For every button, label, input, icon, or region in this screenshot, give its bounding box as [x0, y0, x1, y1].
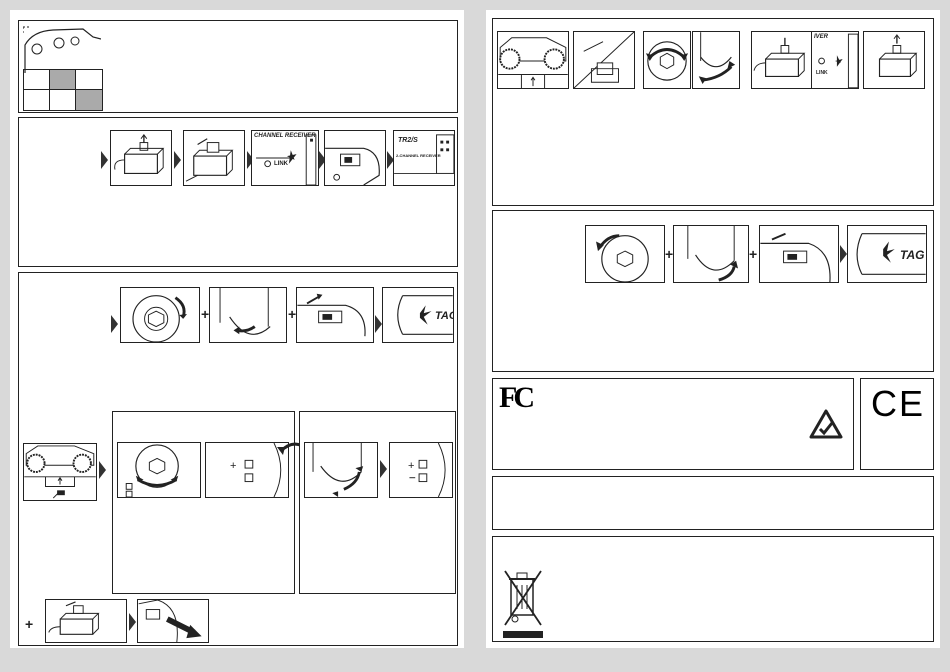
plus-icon: + — [408, 460, 415, 472]
plus-icon: + — [201, 306, 210, 322]
receiver-model-label: 2-CHANNEL RECEIVER — [396, 153, 441, 158]
trigger-panel — [692, 31, 740, 89]
plus-icon: + — [665, 246, 674, 262]
truck-panel — [497, 31, 569, 89]
tag-label: TAG — [435, 310, 453, 322]
weee-crossed-bin-icon — [503, 570, 543, 638]
transmitter-top-illustration — [23, 25, 101, 73]
steering-wheel-both-panel — [117, 442, 201, 498]
section-8-weee — [492, 536, 934, 642]
receiver-bind-plug-panel — [110, 130, 172, 186]
tag-led-panel: TAG — [847, 225, 927, 283]
section-7-compliance — [492, 476, 934, 530]
arrow-right-icon — [129, 613, 136, 631]
section-6-fcc: FC — [492, 378, 854, 470]
receiver-plug-panel — [573, 31, 635, 89]
section-2-binding: CHANNEL RECEIVER LINK TR2/S 2-CHANNEL RE… — [18, 117, 458, 267]
steering-wheel-panel — [120, 287, 200, 343]
brand-model-label: TR2/S — [398, 137, 418, 144]
receiver-power-panel — [183, 130, 245, 186]
arrow-right-icon — [840, 245, 847, 263]
arrow-right-icon — [101, 151, 108, 169]
tag-led-panel: TAG — [382, 287, 454, 343]
receiver-unplug-panel — [863, 31, 925, 89]
section-5-range: + + TAG — [492, 210, 934, 372]
left-page: CHANNEL RECEIVER LINK TR2/S 2-CHANNEL RE… — [10, 10, 464, 648]
arrow-right-icon — [111, 315, 118, 333]
switch-off-panel — [137, 599, 209, 643]
trigger-panel — [673, 225, 749, 283]
sub-section-right: + — [299, 411, 456, 594]
receiver-label: IVER — [814, 34, 829, 40]
section-3-calibration: + + TAG + — [18, 272, 458, 646]
receiver-link-led-panel: CHANNEL RECEIVER LINK — [251, 130, 319, 186]
indicator-plus-minus-panel: + — [389, 442, 453, 498]
trigger-both-panel — [304, 442, 378, 498]
right-page: IVER LINK + + TAG FC CE — [486, 10, 940, 648]
link-label: LINK — [274, 161, 288, 167]
plus-icon: + — [288, 306, 297, 322]
receiver-bind-panel — [751, 31, 813, 89]
rcm-mark — [809, 409, 843, 439]
indicator-grid — [23, 69, 103, 111]
unplug-bind-panel — [45, 599, 127, 643]
truck-panel — [23, 443, 97, 501]
fcc-logo: FC — [499, 381, 535, 414]
section-6-ce: CE — [860, 378, 934, 470]
arrow-right-icon — [99, 461, 106, 479]
sub-section-left: + — [112, 411, 295, 594]
power-switch-panel — [759, 225, 839, 283]
plus-icon: + — [749, 246, 758, 262]
trigger-panel — [209, 287, 287, 343]
plus-icon: + — [230, 460, 237, 472]
power-switch-panel — [296, 287, 374, 343]
ce-mark: CE — [871, 383, 926, 424]
steering-wheel-panel — [643, 31, 691, 89]
section-1 — [18, 20, 458, 113]
arrow-right-icon — [375, 315, 382, 333]
steering-wheel-panel — [585, 225, 665, 283]
tag-label: TAG — [900, 248, 925, 262]
receiver-label: CHANNEL RECEIVER — [254, 133, 316, 139]
arrow-right-icon — [174, 151, 181, 169]
receiver-label-panel: TR2/S 2-CHANNEL RECEIVER — [393, 130, 455, 186]
plus-icon: + — [25, 616, 34, 632]
transmitter-switch-panel — [324, 130, 386, 186]
arrow-right-icon — [380, 460, 387, 478]
section-4-failsafe: IVER LINK — [492, 18, 934, 206]
link-label: LINK — [816, 70, 828, 76]
receiver-link-led-panel: IVER LINK — [811, 31, 859, 89]
